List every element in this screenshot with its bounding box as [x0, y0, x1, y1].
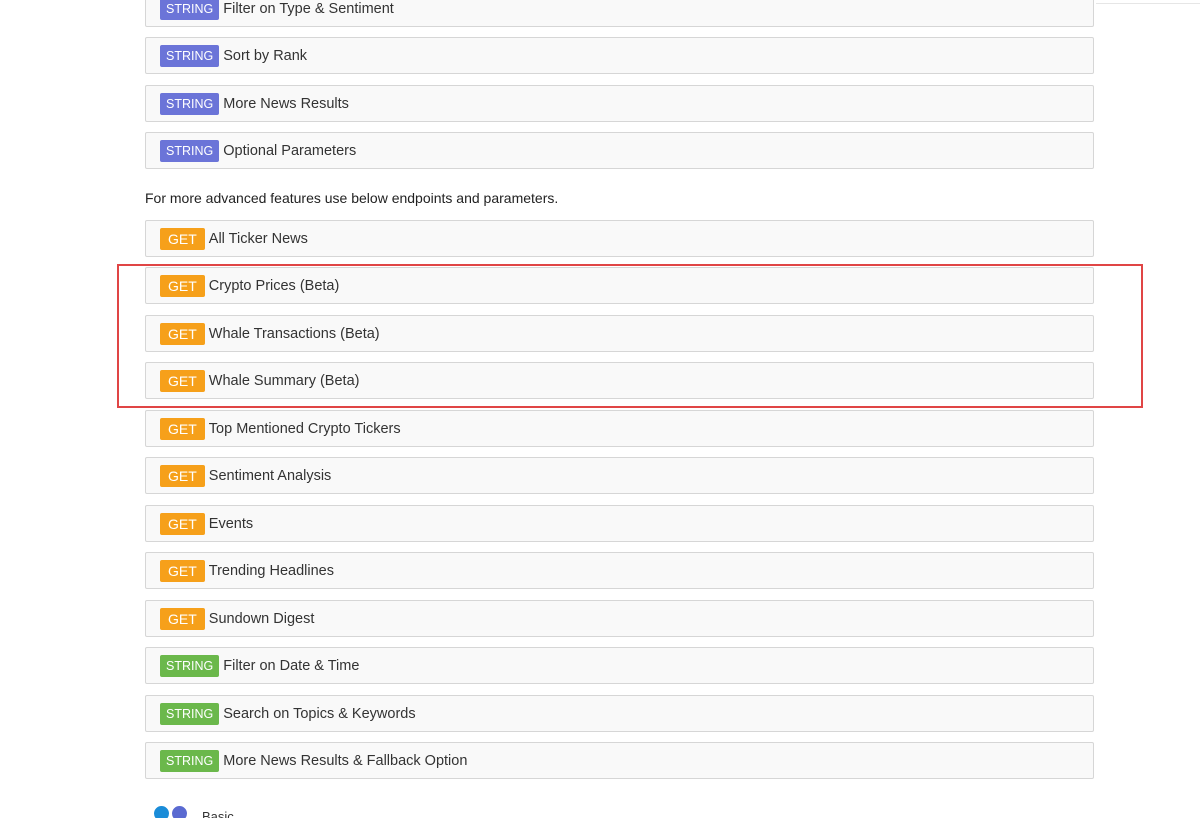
endpoint-whale-transactions[interactable]: GET Whale Transactions (Beta): [145, 315, 1094, 352]
method-badge: GET: [160, 607, 205, 630]
top-divider: [1096, 3, 1200, 4]
endpoint-label: Filter on Type & Sentiment: [223, 0, 394, 17]
endpoint-label: All Ticker News: [208, 230, 308, 247]
method-badge: STRING: [160, 139, 220, 162]
endpoint-optional-parameters[interactable]: STRING Optional Parameters: [145, 132, 1094, 169]
endpoint-label: Filter on Date & Time: [223, 657, 360, 674]
endpoint-events[interactable]: GET Events: [145, 505, 1094, 542]
endpoint-label: Crypto Prices (Beta): [208, 277, 340, 294]
method-badge: STRING: [160, 44, 220, 67]
method-badge: STRING: [160, 702, 220, 725]
endpoint-more-news-results[interactable]: STRING More News Results: [145, 85, 1094, 122]
method-badge: GET: [160, 417, 205, 440]
endpoint-label: Search on Topics & Keywords: [223, 705, 416, 722]
plan-dot-icon: [172, 806, 187, 818]
endpoint-whale-summary[interactable]: GET Whale Summary (Beta): [145, 362, 1094, 399]
method-badge: GET: [160, 512, 205, 535]
endpoint-label: Sort by Rank: [223, 47, 308, 64]
endpoint-sort-by-rank[interactable]: STRING Sort by Rank: [145, 37, 1094, 74]
endpoint-filter-type-sentiment[interactable]: STRING Filter on Type & Sentiment: [145, 0, 1094, 27]
method-badge: GET: [160, 464, 205, 487]
endpoint-all-ticker-news[interactable]: GET All Ticker News: [145, 220, 1094, 257]
endpoint-label: Whale Summary (Beta): [208, 372, 360, 389]
method-badge: GET: [160, 274, 205, 297]
endpoint-label: Sentiment Analysis: [208, 467, 332, 484]
endpoint-search-topics-keywords[interactable]: STRING Search on Topics & Keywords: [145, 695, 1094, 732]
endpoint-label: More News Results: [223, 95, 349, 112]
endpoint-top-mentioned-crypto-tickers[interactable]: GET Top Mentioned Crypto Tickers: [145, 410, 1094, 447]
endpoint-label: More News Results & Fallback Option: [223, 752, 468, 769]
endpoint-label: Whale Transactions (Beta): [208, 325, 380, 342]
endpoint-label: Events: [208, 515, 254, 532]
endpoint-more-news-fallback[interactable]: STRING More News Results & Fallback Opti…: [145, 742, 1094, 779]
method-badge: GET: [160, 227, 205, 250]
method-badge: STRING: [160, 654, 220, 677]
endpoint-label: Top Mentioned Crypto Tickers: [208, 420, 401, 437]
method-badge: GET: [160, 369, 205, 392]
method-badge: STRING: [160, 749, 220, 772]
endpoint-label: Sundown Digest: [208, 610, 315, 627]
endpoint-sentiment-analysis[interactable]: GET Sentiment Analysis: [145, 457, 1094, 494]
plan-label: Basic: [202, 809, 234, 818]
plan-legend: Basic: [154, 806, 234, 818]
method-badge: GET: [160, 322, 205, 345]
method-badge: STRING: [160, 92, 220, 115]
plan-dot-icon: [154, 806, 169, 818]
method-badge: GET: [160, 559, 205, 582]
endpoint-label: Trending Headlines: [208, 562, 334, 579]
endpoint-sundown-digest[interactable]: GET Sundown Digest: [145, 600, 1094, 637]
endpoint-crypto-prices[interactable]: GET Crypto Prices (Beta): [145, 267, 1094, 304]
endpoint-label: Optional Parameters: [223, 142, 357, 159]
advanced-features-text: For more advanced features use below end…: [145, 190, 559, 206]
method-badge: STRING: [160, 0, 220, 20]
api-docs-page: STRING Filter on Type & Sentiment STRING…: [0, 0, 1200, 818]
endpoint-filter-date-time[interactable]: STRING Filter on Date & Time: [145, 647, 1094, 684]
endpoint-trending-headlines[interactable]: GET Trending Headlines: [145, 552, 1094, 589]
